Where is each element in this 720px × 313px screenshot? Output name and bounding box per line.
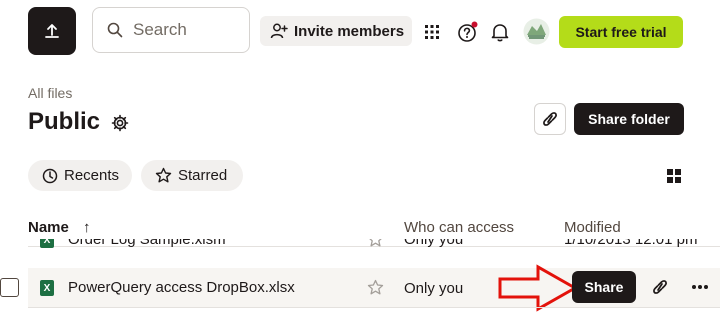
folder-settings-button[interactable] <box>110 113 130 133</box>
link-icon <box>543 112 557 126</box>
column-name-label: Name <box>28 219 69 236</box>
access-value: Only you <box>404 280 464 297</box>
column-header-access[interactable]: Who can access <box>404 219 514 236</box>
notifications-button[interactable] <box>489 21 511 43</box>
search-icon <box>107 22 123 38</box>
page-title: Public <box>28 108 101 135</box>
share-folder-label: Share folder <box>588 111 670 127</box>
gear-icon <box>111 114 129 132</box>
starred-label: Starred <box>178 167 228 184</box>
row-divider <box>28 307 720 308</box>
search-input[interactable] <box>133 20 243 40</box>
share-button[interactable]: Share <box>572 271 636 303</box>
person-plus-icon <box>270 23 288 39</box>
help-button[interactable] <box>456 20 480 44</box>
starred-filter[interactable]: Starred <box>141 160 243 191</box>
column-header-modified[interactable]: Modified <box>564 219 621 236</box>
file-name[interactable]: PowerQuery access DropBox.xlsx <box>68 279 295 296</box>
upload-icon <box>45 24 59 38</box>
access-value: Only you <box>404 239 464 248</box>
apps-grid-icon <box>425 25 439 39</box>
sort-arrow-up-icon: ↑ <box>83 219 91 236</box>
modified-value: 1/10/2013 12:01 pm <box>564 239 698 248</box>
upload-button[interactable] <box>28 7 76 55</box>
star-icon <box>155 167 172 183</box>
star-outline-icon <box>367 279 384 295</box>
grid-view-icon <box>667 169 681 183</box>
avatar[interactable] <box>523 18 550 45</box>
search-box[interactable] <box>92 7 250 53</box>
start-free-trial-button[interactable]: Start free trial <box>559 16 683 48</box>
invite-members-button[interactable]: Invite members <box>260 16 412 46</box>
bell-icon <box>491 24 509 42</box>
breadcrumb[interactable]: All files <box>28 85 72 101</box>
clock-icon <box>42 168 58 183</box>
annotation-arrow-icon <box>498 264 578 312</box>
share-label: Share <box>584 279 624 295</box>
column-header-name[interactable]: Name ↑ <box>28 219 91 236</box>
star-toggle[interactable] <box>367 239 384 253</box>
recents-filter[interactable]: Recents <box>28 160 132 191</box>
recents-label: Recents <box>64 167 120 184</box>
row-copy-link-button[interactable] <box>650 277 670 297</box>
help-icon <box>458 21 478 42</box>
row-checkbox[interactable] <box>0 278 19 297</box>
link-icon <box>653 280 667 294</box>
excel-file-icon: X <box>40 239 54 248</box>
share-folder-button[interactable]: Share folder <box>574 103 684 135</box>
invite-members-label: Invite members <box>294 22 405 40</box>
copy-link-button[interactable] <box>534 103 566 135</box>
table-row[interactable]: X Order Log Sample.xlsm Only you 1/10/20… <box>0 239 720 267</box>
excel-file-icon: X <box>40 280 54 296</box>
grid-view-button[interactable] <box>664 166 684 186</box>
star-toggle[interactable] <box>367 279 384 301</box>
apps-button[interactable] <box>422 22 442 42</box>
star-outline-icon <box>369 239 382 247</box>
more-actions-button[interactable] <box>689 277 711 297</box>
file-name[interactable]: Order Log Sample.xlsm <box>68 239 226 248</box>
avatar-image <box>523 18 550 45</box>
more-horizontal-icon <box>692 285 708 289</box>
start-free-trial-label: Start free trial <box>575 24 667 40</box>
